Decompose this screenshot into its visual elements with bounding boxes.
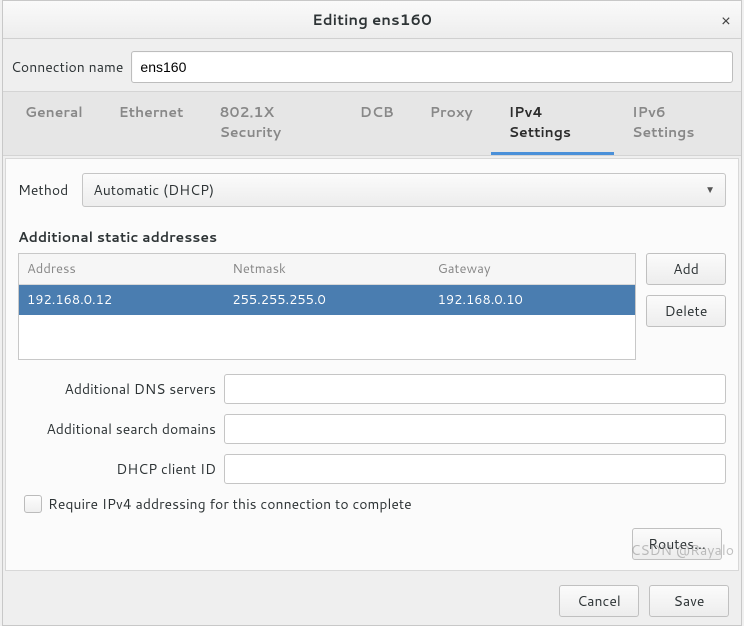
tab-proxy[interactable]: Proxy (412, 92, 491, 155)
tab-ipv4-settings[interactable]: IPv4 Settings (491, 92, 614, 155)
titlebar: Editing ens160 × (3, 1, 741, 39)
chevron-down-icon: ▼ (705, 183, 715, 197)
cell-netmask[interactable]: 255.255.255.0 (224, 285, 429, 315)
addresses-table[interactable]: Address Netmask Gateway 192.168.0.12 255… (18, 253, 636, 360)
addresses-section-title: Additional static addresses (18, 227, 726, 247)
dialog-window: Editing ens160 × Connection name General… (2, 0, 742, 626)
method-select-value: Automatic (DHCP) (93, 180, 214, 200)
method-select[interactable]: Automatic (DHCP) ▼ (82, 173, 726, 207)
save-button[interactable]: Save (649, 585, 729, 617)
connection-name-row: Connection name (3, 39, 741, 91)
ipv4-panel: Method Automatic (DHCP) ▼ Additional sta… (5, 158, 739, 571)
tab-bar: General Ethernet 802.1X Security DCB Pro… (3, 91, 741, 156)
table-row[interactable]: 192.168.0.12 255.255.255.0 192.168.0.10 (19, 285, 635, 315)
tab-8021x-security[interactable]: 802.1X Security (201, 92, 341, 155)
col-header-address[interactable]: Address (19, 254, 224, 284)
col-header-netmask[interactable]: Netmask (224, 254, 429, 284)
method-label: Method (18, 180, 68, 200)
dialog-footer: Cancel Save (3, 573, 741, 625)
require-ipv4-checkbox[interactable] (24, 495, 42, 513)
tab-ethernet[interactable]: Ethernet (101, 92, 202, 155)
window-title: Editing ens160 (312, 9, 432, 30)
cancel-button[interactable]: Cancel (559, 585, 639, 617)
search-domains-input[interactable] (224, 414, 726, 444)
close-icon[interactable]: × (721, 9, 731, 32)
table-header-row: Address Netmask Gateway (19, 254, 635, 285)
routes-button[interactable]: Routes… (632, 528, 722, 560)
dns-servers-input[interactable] (224, 374, 726, 404)
col-header-gateway[interactable]: Gateway (430, 254, 635, 284)
require-ipv4-label: Require IPv4 addressing for this connect… (48, 494, 412, 514)
add-button[interactable]: Add (646, 253, 726, 285)
cell-address[interactable]: 192.168.0.12 (19, 285, 224, 315)
dhcp-client-id-input[interactable] (224, 454, 726, 484)
tab-dcb[interactable]: DCB (342, 92, 412, 155)
connection-name-label: Connection name (11, 57, 123, 77)
delete-button[interactable]: Delete (646, 295, 726, 327)
tab-ipv6-settings[interactable]: IPv6 Settings (614, 92, 737, 155)
connection-name-input[interactable] (131, 51, 733, 83)
tab-general[interactable]: General (7, 92, 101, 155)
search-domains-label: Additional search domains (18, 419, 216, 439)
dhcp-client-id-label: DHCP client ID (18, 459, 216, 479)
cell-gateway[interactable]: 192.168.0.10 (430, 285, 635, 315)
dns-servers-label: Additional DNS servers (18, 379, 216, 399)
